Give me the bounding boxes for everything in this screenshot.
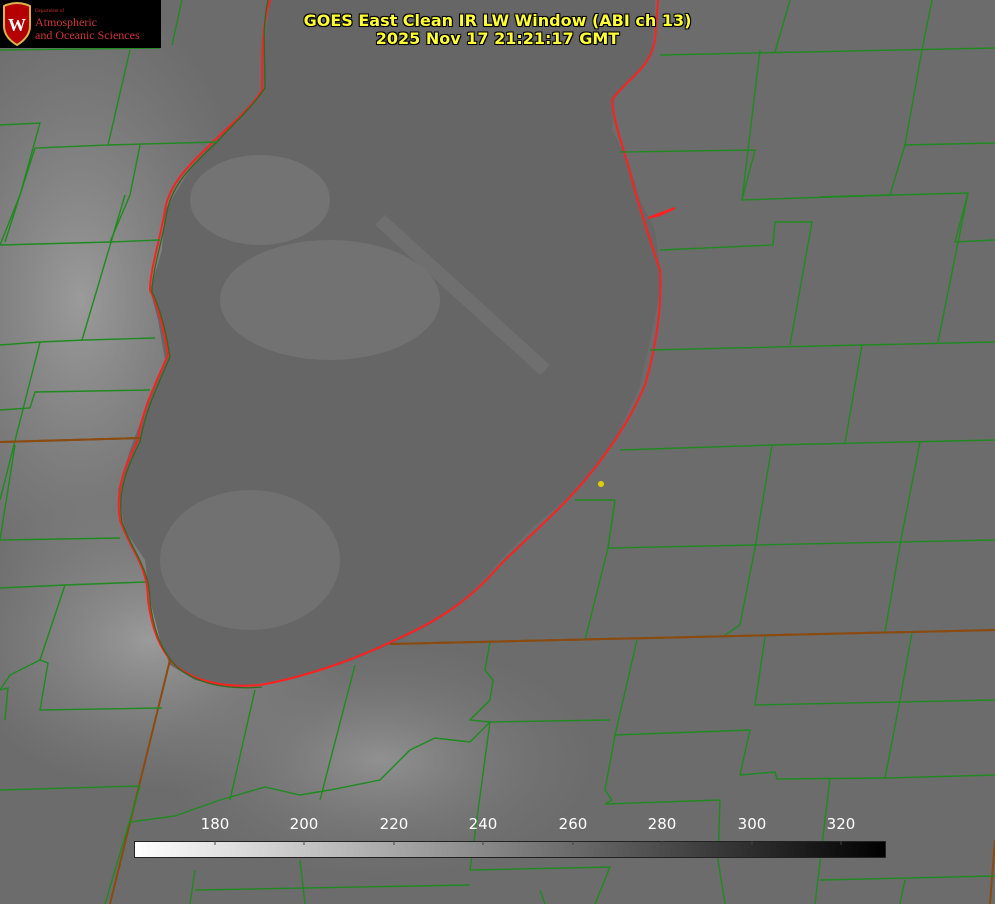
colorbar-tick-label: 280 bbox=[647, 815, 677, 833]
lake-cloud-streak bbox=[160, 490, 340, 630]
lake-cloud-streak bbox=[190, 155, 330, 245]
image-timestamp: 2025 Nov 17 21:21:17 GMT bbox=[375, 29, 620, 48]
ir-satellite-map bbox=[0, 0, 995, 904]
colorbar-tick-label: 320 bbox=[826, 815, 856, 833]
lake-cloud-streak bbox=[220, 240, 440, 360]
colorbar-tick-label: 260 bbox=[558, 815, 588, 833]
colorbar-tick-label: 180 bbox=[200, 815, 230, 833]
image-title: GOES East Clean IR LW Window (ABI ch 13) bbox=[303, 11, 692, 30]
satellite-image-viewer: W Department of Atmospheric and Oceanic … bbox=[0, 0, 995, 904]
colorbar-tick-label: 200 bbox=[289, 815, 319, 833]
colorbar-tick-label: 300 bbox=[737, 815, 767, 833]
station-marker bbox=[598, 481, 604, 487]
colorbar-tick-label: 240 bbox=[468, 815, 498, 833]
temperature-colorbar bbox=[134, 841, 886, 858]
colorbar-tick-label: 220 bbox=[379, 815, 409, 833]
